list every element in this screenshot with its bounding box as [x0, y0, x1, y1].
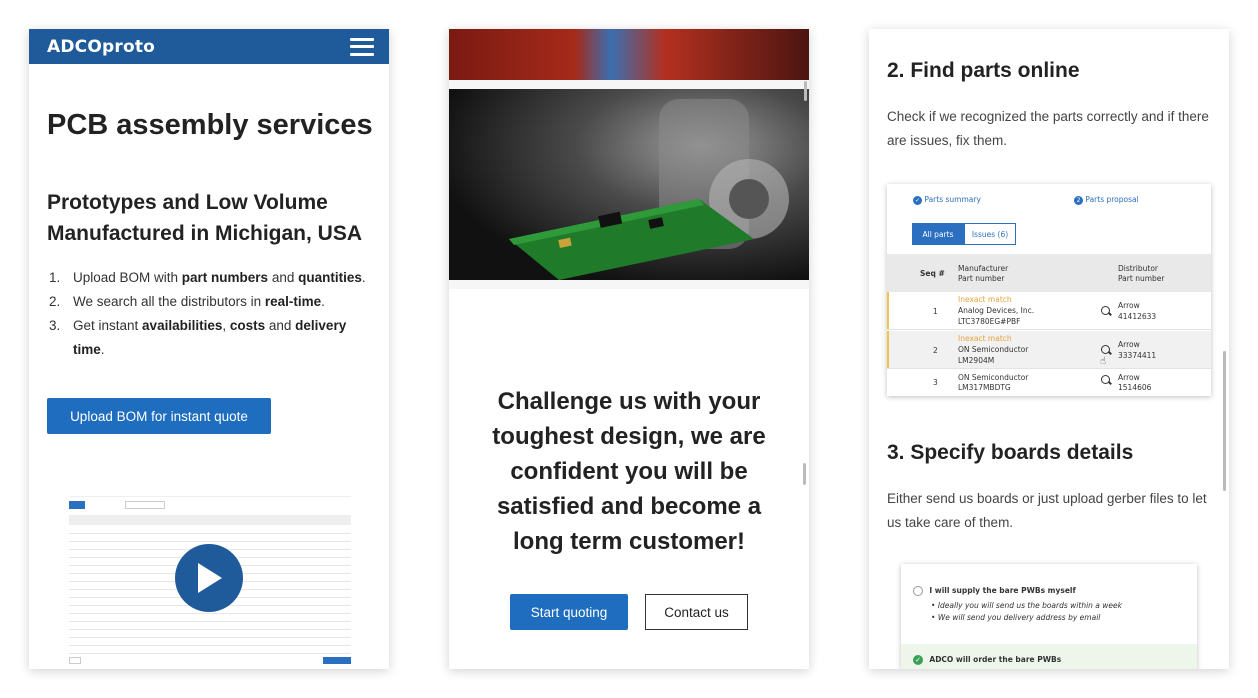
- mobile-steps-panel: 2. Find parts online Check if we recogni…: [869, 29, 1229, 669]
- adco-logo[interactable]: ADCOproto: [47, 37, 155, 57]
- upload-bom-button[interactable]: Upload BOM for instant quote: [47, 398, 271, 434]
- play-icon[interactable]: [175, 544, 243, 612]
- cursor-hand-icon: ☝: [1100, 356, 1107, 367]
- radio-icon[interactable]: [913, 586, 923, 596]
- section-text-find-parts: Check if we recognized the parts correct…: [887, 109, 1209, 148]
- step-parts-summary[interactable]: Parts summary: [924, 195, 981, 204]
- list-item: • Ideally you will send us the boards wi…: [931, 601, 1122, 610]
- pcb-photo: [449, 89, 809, 280]
- check-icon: ✓: [913, 655, 923, 665]
- assembly-photo: [449, 29, 809, 80]
- mobile-home-panel: ADCOproto PCB assembly services Prototyp…: [29, 29, 389, 669]
- section-title-board-details: 3. Specify boards details: [887, 441, 1134, 464]
- search-icon[interactable]: [1101, 306, 1110, 315]
- step-number-icon: 2: [1074, 195, 1083, 205]
- list-item: 1. Upload BOM with part numbers and quan…: [49, 270, 366, 285]
- tab-issues[interactable]: Issues (6): [964, 223, 1016, 245]
- mobile-cta-panel: Challenge us with your toughest design, …: [449, 29, 809, 669]
- check-icon: ✓: [913, 195, 922, 205]
- list-item: 3. Get instant availabilities, costs and…: [49, 318, 347, 357]
- section-text-board-details: Either send us boards or just upload ger…: [887, 491, 1207, 530]
- step-parts-proposal[interactable]: Parts proposal: [1085, 195, 1138, 204]
- boards-options-card: I will supply the bare PWBs myself • Ide…: [901, 564, 1197, 669]
- list-item: 2. We search all the distributors in rea…: [49, 294, 325, 309]
- menu-icon[interactable]: [350, 37, 374, 56]
- section-title-find-parts: 2. Find parts online: [887, 59, 1080, 82]
- table-header: Seq # Manufacturer Part number Distribut…: [887, 254, 1211, 292]
- challenge-text: Challenge us with your toughest design, …: [492, 388, 766, 555]
- start-quoting-button[interactable]: Start quoting: [510, 594, 628, 630]
- steps-list: 1. Upload BOM with part numbers and quan…: [49, 266, 369, 362]
- table-row[interactable]: 3 ON Semiconductor LM317MBDTG Arrow 1514…: [887, 370, 1211, 396]
- option-supply-boards[interactable]: I will supply the bare PWBs myself: [913, 586, 1076, 596]
- contact-us-button[interactable]: Contact us: [645, 594, 748, 630]
- parts-proposal-card: ✓ Parts summary 2 Parts proposal All par…: [887, 184, 1211, 396]
- search-icon[interactable]: [1101, 345, 1110, 354]
- search-icon[interactable]: [1101, 375, 1110, 384]
- table-row[interactable]: 2 Inexact match ON Semiconductor LM2904M…: [887, 331, 1211, 369]
- list-item: • We will send you delivery address by e…: [931, 613, 1101, 622]
- top-navbar: ADCOproto: [29, 29, 389, 64]
- page-title: PCB assembly services: [47, 109, 373, 141]
- tab-all-parts[interactable]: All parts: [912, 223, 964, 245]
- option-adco-order-row[interactable]: ✓ ADCO will order the bare PWBs: [901, 644, 1197, 669]
- page-subtitle: Prototypes and Low Volume Manufactured i…: [47, 191, 363, 245]
- table-row[interactable]: 1 Inexact match Analog Devices, Inc. LTC…: [887, 292, 1211, 330]
